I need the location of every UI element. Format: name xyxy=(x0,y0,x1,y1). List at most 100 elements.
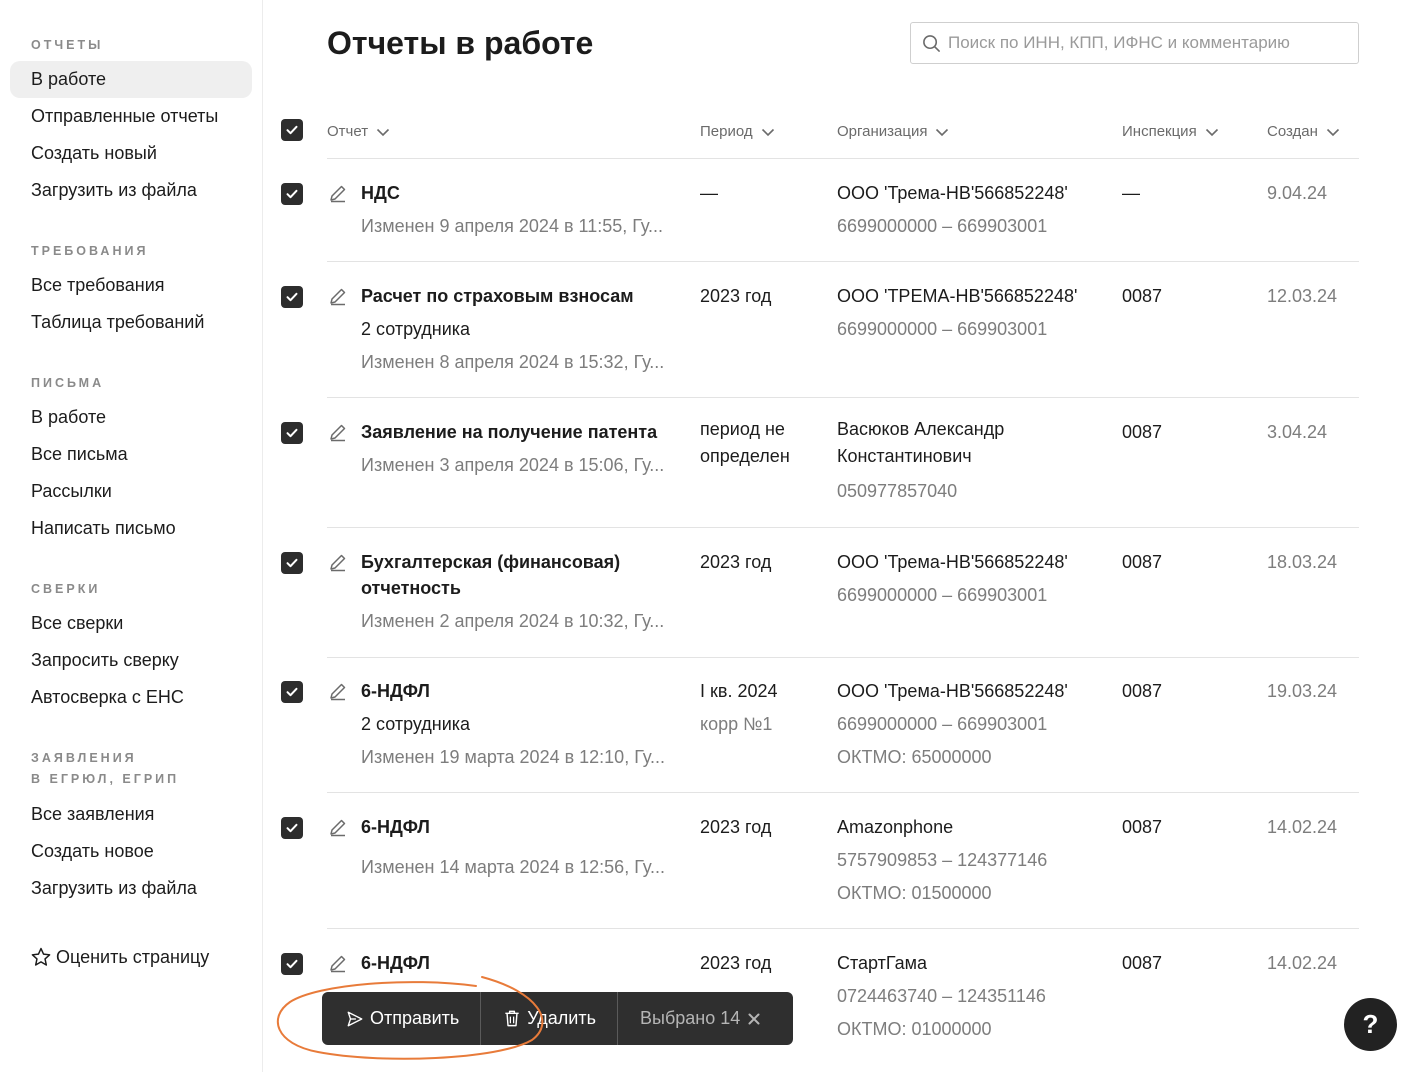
sidebar-item-sent-reports[interactable]: Отправленные отчеты xyxy=(10,98,252,135)
send-button[interactable]: Отправить xyxy=(322,992,480,1045)
checkmark-icon xyxy=(286,428,298,438)
chevron-down-icon xyxy=(1326,128,1340,136)
sidebar-item-all-requirements[interactable]: Все требования xyxy=(10,267,252,304)
row-checkbox[interactable] xyxy=(281,286,303,308)
sidebar-item-request-reconciliation[interactable]: Запросить сверку xyxy=(10,642,252,679)
report-organization-ids: 6699000000 – 669903001 xyxy=(837,585,1048,605)
report-organization-ids: 6699000000 – 669903001 xyxy=(837,714,1048,734)
sidebar-item-all-applications[interactable]: Все заявления xyxy=(10,796,252,833)
report-organization-line2: Константинович xyxy=(837,446,972,466)
pencil-icon[interactable] xyxy=(328,817,348,837)
pencil-icon[interactable] xyxy=(328,286,348,306)
row-checkbox[interactable] xyxy=(281,953,303,975)
report-created: 3.04.24 xyxy=(1267,422,1328,442)
row-checkbox[interactable] xyxy=(281,817,303,839)
report-created: 18.03.24 xyxy=(1267,552,1338,572)
report-changed: Изменен 9 апреля 2024 в 11:55, Гу... xyxy=(361,216,663,236)
checkmark-icon xyxy=(286,292,298,302)
row-checkbox[interactable] xyxy=(281,681,303,703)
sidebar-item-upload-report[interactable]: Загрузить из файла xyxy=(10,172,252,209)
sidebar-item-auto-reconciliation[interactable]: Автосверка с ЕНС xyxy=(10,679,252,716)
sidebar-item-create-application[interactable]: Создать новое xyxy=(10,833,252,870)
report-organization-ids: 5757909853 – 124377146 xyxy=(837,850,1048,870)
column-header-created[interactable]: Создан xyxy=(1267,120,1340,144)
report-inspection: 0087 xyxy=(1122,552,1163,572)
delete-button-label: Удалить xyxy=(527,1008,596,1028)
report-created: 14.02.24 xyxy=(1267,953,1338,973)
report-oktmo: ОКТМО: 65000000 xyxy=(837,747,992,767)
report-organization-ids: 0724463740 – 124351146 xyxy=(837,986,1046,1006)
report-organization-ids: 6699000000 – 669903001 xyxy=(837,319,1048,339)
report-inspection: 0087 xyxy=(1122,286,1163,306)
column-header-organization[interactable]: Организация xyxy=(837,120,949,144)
report-organization: СтартГама xyxy=(837,953,928,973)
report-organization: ООО 'Трема-НВ'566852248' xyxy=(837,681,1068,701)
row-divider xyxy=(327,792,1359,793)
report-inspection: 0087 xyxy=(1122,681,1163,701)
report-period-line2: определен xyxy=(700,446,790,466)
sidebar-item-letters-in-progress[interactable]: В работе xyxy=(10,399,252,436)
pencil-icon[interactable] xyxy=(328,552,348,572)
checkmark-icon xyxy=(286,558,298,568)
column-header-period[interactable]: Период xyxy=(700,120,775,144)
sidebar-item-all-letters[interactable]: Все письма xyxy=(10,436,252,473)
report-name[interactable]: 6-НДФЛ xyxy=(361,814,430,841)
report-period-correction: корр №1 xyxy=(700,714,773,734)
report-period: 2023 год xyxy=(700,286,772,306)
sidebar-item-write-letter[interactable]: Написать письмо xyxy=(10,510,252,547)
select-all-checkbox[interactable] xyxy=(281,119,303,141)
report-inspection: — xyxy=(1122,183,1140,203)
report-subtitle: 2 сотрудника xyxy=(361,714,471,734)
table-header-divider xyxy=(327,158,1359,159)
sidebar-item-upload-application[interactable]: Загрузить из файла xyxy=(10,870,252,907)
report-subtitle: 2 сотрудника xyxy=(361,319,471,339)
sidebar-item-create-new-report[interactable]: Создать новый xyxy=(10,135,252,172)
sidebar-item-mailings[interactable]: Рассылки xyxy=(10,473,252,510)
report-name[interactable]: Заявление на получение патента xyxy=(361,419,657,446)
report-organization-ids: 050977857040 xyxy=(837,481,958,501)
column-header-report[interactable]: Отчет xyxy=(327,120,390,144)
row-divider xyxy=(327,261,1359,262)
checkmark-icon xyxy=(286,823,298,833)
sidebar-item-all-reconciliations[interactable]: Все сверки xyxy=(10,605,252,642)
column-header-inspection-label: Инспекция xyxy=(1122,123,1197,140)
column-header-inspection[interactable]: Инспекция xyxy=(1122,120,1219,144)
delete-button[interactable]: Удалить xyxy=(481,992,617,1045)
report-name[interactable]: 6-НДФЛ xyxy=(361,950,430,977)
report-name[interactable]: Расчет по страховым взносам xyxy=(361,283,634,310)
row-checkbox[interactable] xyxy=(281,183,303,205)
report-name-line2[interactable]: отчетность xyxy=(361,575,461,602)
pencil-icon[interactable] xyxy=(328,953,348,973)
pencil-icon[interactable] xyxy=(328,183,348,203)
close-icon[interactable] xyxy=(748,1013,760,1025)
report-changed: Изменен 8 апреля 2024 в 15:32, Гу... xyxy=(361,352,665,372)
column-header-created-label: Создан xyxy=(1267,123,1318,140)
help-button[interactable]: ? xyxy=(1344,998,1397,1051)
report-name[interactable]: Бухгалтерская (финансовая) xyxy=(361,549,620,576)
report-created: 9.04.24 xyxy=(1267,183,1328,203)
checkmark-icon xyxy=(286,125,298,135)
report-changed: Изменен 19 марта 2024 в 12:10, Гу... xyxy=(361,747,665,767)
report-created: 14.02.24 xyxy=(1267,817,1338,837)
sidebar-item-reports-in-progress[interactable]: В работе xyxy=(10,61,252,98)
report-period: 2023 год xyxy=(700,817,772,837)
row-divider xyxy=(327,928,1359,929)
checkmark-icon xyxy=(286,687,298,697)
selection-count-label: Выбрано 14 xyxy=(640,1008,741,1028)
report-period: — xyxy=(700,183,718,203)
sidebar-item-requirements-table[interactable]: Таблица требований xyxy=(10,304,252,341)
row-checkbox[interactable] xyxy=(281,422,303,444)
pencil-icon[interactable] xyxy=(328,422,348,442)
row-divider xyxy=(327,397,1359,398)
pencil-icon[interactable] xyxy=(328,681,348,701)
report-changed: Изменен 2 апреля 2024 в 10:32, Гу... xyxy=(361,611,665,631)
search-box[interactable] xyxy=(910,22,1359,64)
checkmark-icon xyxy=(286,189,298,199)
report-organization-ids: 6699000000 – 669903001 xyxy=(837,216,1048,236)
report-name[interactable]: 6-НДФЛ xyxy=(361,678,430,705)
rate-page-link[interactable]: Оценить страницу xyxy=(30,944,209,970)
search-input[interactable] xyxy=(948,33,1348,53)
row-checkbox[interactable] xyxy=(281,552,303,574)
chevron-down-icon xyxy=(377,128,390,136)
report-name[interactable]: НДС xyxy=(361,180,400,207)
